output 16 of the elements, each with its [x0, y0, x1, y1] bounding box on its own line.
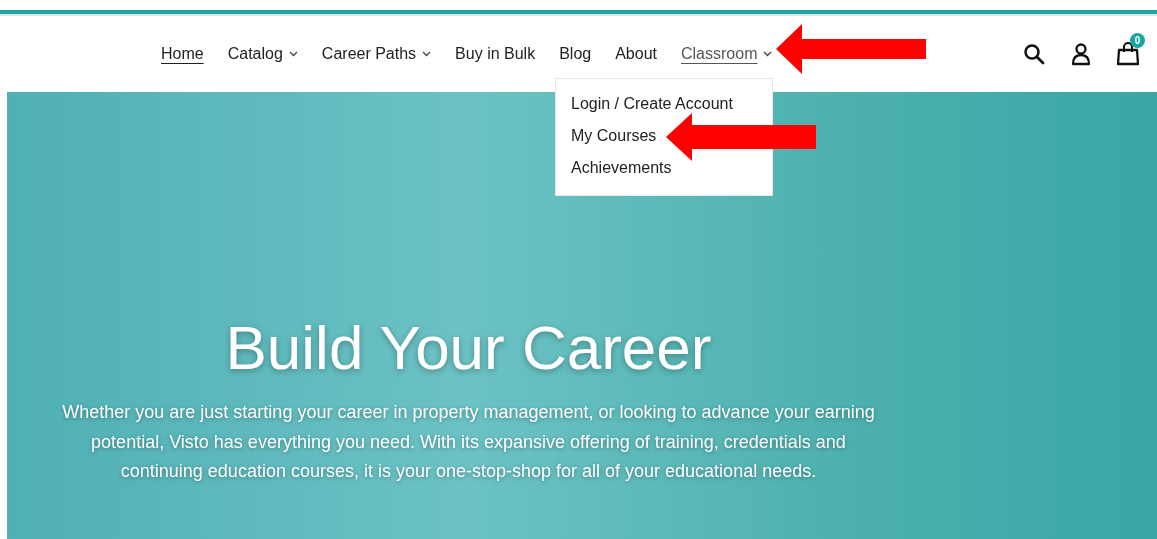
account-icon[interactable]	[1071, 42, 1091, 66]
nav-link[interactable]: About	[615, 42, 657, 66]
nav-link[interactable]: Blog	[559, 42, 592, 66]
hero-title: Build Your Career	[225, 312, 712, 384]
search-icon[interactable]	[1023, 43, 1045, 65]
shopping-bag-icon[interactable]	[1117, 42, 1139, 66]
dropdown-item[interactable]: My Courses	[571, 125, 657, 147]
nav-link[interactable]: Classroom	[681, 42, 773, 66]
nav-link[interactable]: Buy in Bulk	[455, 42, 536, 66]
cart-count-badge: 0	[1130, 33, 1145, 48]
dropdown-item[interactable]: Achievements	[571, 157, 672, 179]
nav-link[interactable]: Catalog	[227, 42, 298, 66]
hero-description: Whether you are just starting your career in property management, or looking to advance your earning potential, Visto has everything you need. With its expansive offering of training, credentials and continuing education courses, it is your one-stop-shop for all of your educational needs.	[61, 401, 876, 483]
nav-link[interactable]: Career Paths	[321, 42, 432, 66]
nav-link[interactable]: Home	[161, 42, 204, 66]
dropdown-item[interactable]: Login / Create Account	[571, 93, 733, 115]
